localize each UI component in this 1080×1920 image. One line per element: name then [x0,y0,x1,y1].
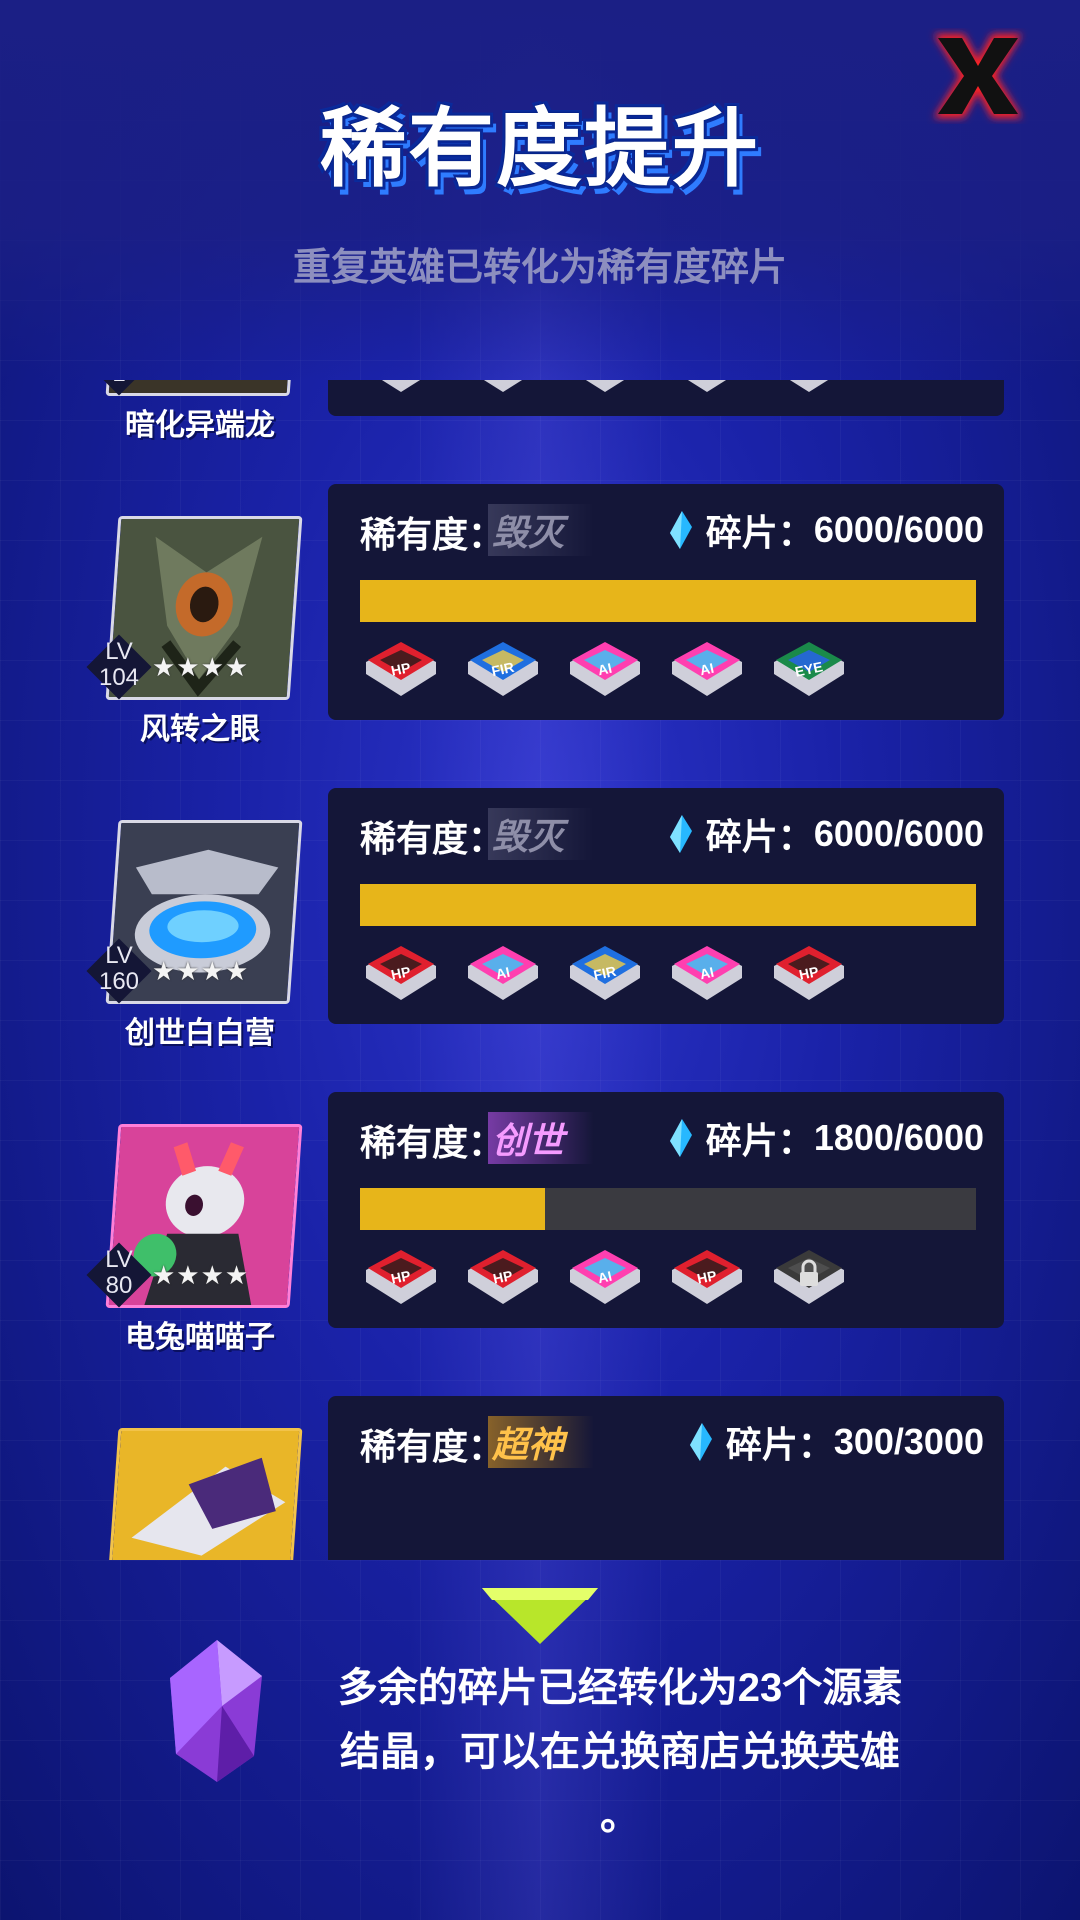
shard-count: 碎片： 6000/6000 [668,808,984,860]
shard-progress-bar [360,1188,976,1230]
notice-line: 。 [600,1794,640,1838]
shard-count: 碎片： 1800/6000 [668,1112,984,1164]
shard-label: 碎片： [725,1424,834,1465]
hero-shard-panel: 稀有度： 碎片： AIFIRAIHPFIR [328,380,1004,416]
rarity-label: 稀有度： [360,818,505,859]
hp-skill-icon: HP [364,944,438,1004]
ai-skill-icon: AI [466,944,540,1004]
ai-skill-icon: AI [568,640,642,700]
fire-skill-icon: FIR [466,640,540,700]
level-badge: LV 104 [86,634,152,700]
ai-skill-icon: AI [670,640,744,700]
level-label: LV [105,1246,133,1273]
shard-value: 6000/6000 [813,813,984,854]
hero-name: 电兔喵喵子 [125,1321,275,1354]
hero-list[interactable]: LV 1 ★★★★ 暗化异端龙 稀有度： 碎片： AI FIR AI HP FIR [0,380,1080,1560]
hp-skill-icon: HP [772,944,846,1004]
star-rating: ★★★★ [152,1260,250,1290]
shard-crystal-icon [669,1119,692,1157]
shard-value: 1800/6000 [813,1117,984,1158]
shard-progress-bar [360,884,976,926]
rarity-label: 稀有度： [360,1426,505,1467]
level-badge: LV 80 [86,1242,152,1308]
hp-skill-icon: HP [670,1248,744,1308]
hero-shard-panel: 稀有度： 超神 碎片： 300/3000 [328,1396,1004,1560]
rarity-value: 毁灭 [488,504,595,556]
close-icon [934,34,1022,118]
level-badge: LV 160 [86,938,152,1004]
level-value: 160 [98,968,140,995]
conversion-notice: 多余的碎片已经转化为23个源素 结晶，可以在兑换商店兑换英雄 。 [300,1656,940,1848]
skill-tiles: HP AI FIR AI HP [364,944,846,1004]
ai-skill-icon: AI [364,380,438,396]
rarity-label: 稀有度： [360,1122,505,1163]
rarity-value: 毁灭 [488,808,595,860]
skill-tiles: HP FIR AI AI EYE [364,640,846,700]
shard-label: 碎片： [705,816,814,857]
star-rating: ★★★★ [152,652,250,682]
rarity-value: 超神 [488,1416,595,1468]
shard-progress-bar [360,580,976,622]
fire-skill-icon: FIR [466,380,540,396]
hero-row: LV 104 ★★★★ 风转之眼 稀有度： 毁灭 碎片： 6000/6000 H… [0,484,1080,788]
shard-value: 300/3000 [833,1421,984,1462]
lock-skill-icon [772,1248,846,1308]
notice-line: 多余的碎片已经转化为23个源素 [337,1666,903,1710]
fire-skill-icon: FIR [568,944,642,1004]
hero-row: 稀有度： 超神 碎片： 300/3000 [0,1396,1080,1560]
fire-skill-icon: FIR [772,380,846,396]
page-title: 稀有度提升 [320,101,760,197]
hero-name: 创世白白营 [125,1017,275,1050]
hero-shard-panel: 稀有度： 毁灭 碎片： 6000/6000 HP FIR AI AI EYE [328,484,1004,720]
notice-line: 结晶，可以在兑换商店兑换英雄 [340,1730,900,1774]
hero-portrait [105,1428,303,1560]
shard-crystal-icon [669,511,692,549]
shard-count: 碎片： 6000/6000 [668,504,984,556]
shard-value: 6000/6000 [813,509,984,550]
star-rating: ★★★★ [152,956,250,986]
shard-label: 碎片： [705,512,814,553]
level-value: 1 [88,380,150,386]
shard-progress-fill [360,1188,545,1230]
shard-count: 碎片： 300/3000 [688,1416,984,1468]
hp-skill-icon: HP [466,1248,540,1308]
hero-name: 风转之眼 [140,713,260,746]
skill-tiles: HP HP AI HP [364,1248,846,1308]
level-label: LV [105,942,133,969]
ai-skill-icon: AI [670,944,744,1004]
shard-progress-fill [360,884,976,926]
hero-row: LV 80 ★★★★ 电兔喵喵子 稀有度： 创世 碎片： 1800/6000 H… [0,1092,1080,1396]
level-value: 104 [98,664,140,691]
rarity-value: 创世 [488,1112,595,1164]
hero-name: 暗化异端龙 [125,409,275,442]
hero-row: LV 1 ★★★★ 暗化异端龙 稀有度： 碎片： AIFIRAIHPFIR [0,380,1080,484]
hp-skill-icon: HP [364,640,438,700]
shard-progress-fill [360,580,976,622]
ai-skill-icon: AI [568,380,642,396]
hp-skill-icon: HP [670,380,744,396]
close-button[interactable] [926,28,1030,124]
scroll-down-arrow-icon[interactable] [480,1586,600,1646]
page-subtitle: 重复英雄已转化为稀有度碎片 [292,247,787,289]
level-value: 80 [105,1272,133,1299]
eye-skill-icon: EYE [772,640,846,700]
shard-crystal-icon [689,1423,712,1461]
element-crystal-icon [170,1640,262,1782]
level-badge: LV 1 [86,380,152,396]
hero-row: LV 160 ★★★★ 创世白白营 稀有度： 毁灭 碎片： 6000/6000 … [0,788,1080,1092]
shard-crystal-icon [669,815,692,853]
level-label: LV [105,638,133,665]
hp-skill-icon: HP [364,1248,438,1308]
hero-shard-panel: 稀有度： 创世 碎片： 1800/6000 HP HP AI HP [328,1092,1004,1328]
skill-tiles: AI FIR AI HP FIR [364,380,846,396]
shard-label: 碎片： [705,1120,814,1161]
hero-shard-panel: 稀有度： 毁灭 碎片： 6000/6000 HP AI FIR AI HP [328,788,1004,1024]
ai-skill-icon: AI [568,1248,642,1308]
rarity-label: 稀有度： [360,514,505,555]
